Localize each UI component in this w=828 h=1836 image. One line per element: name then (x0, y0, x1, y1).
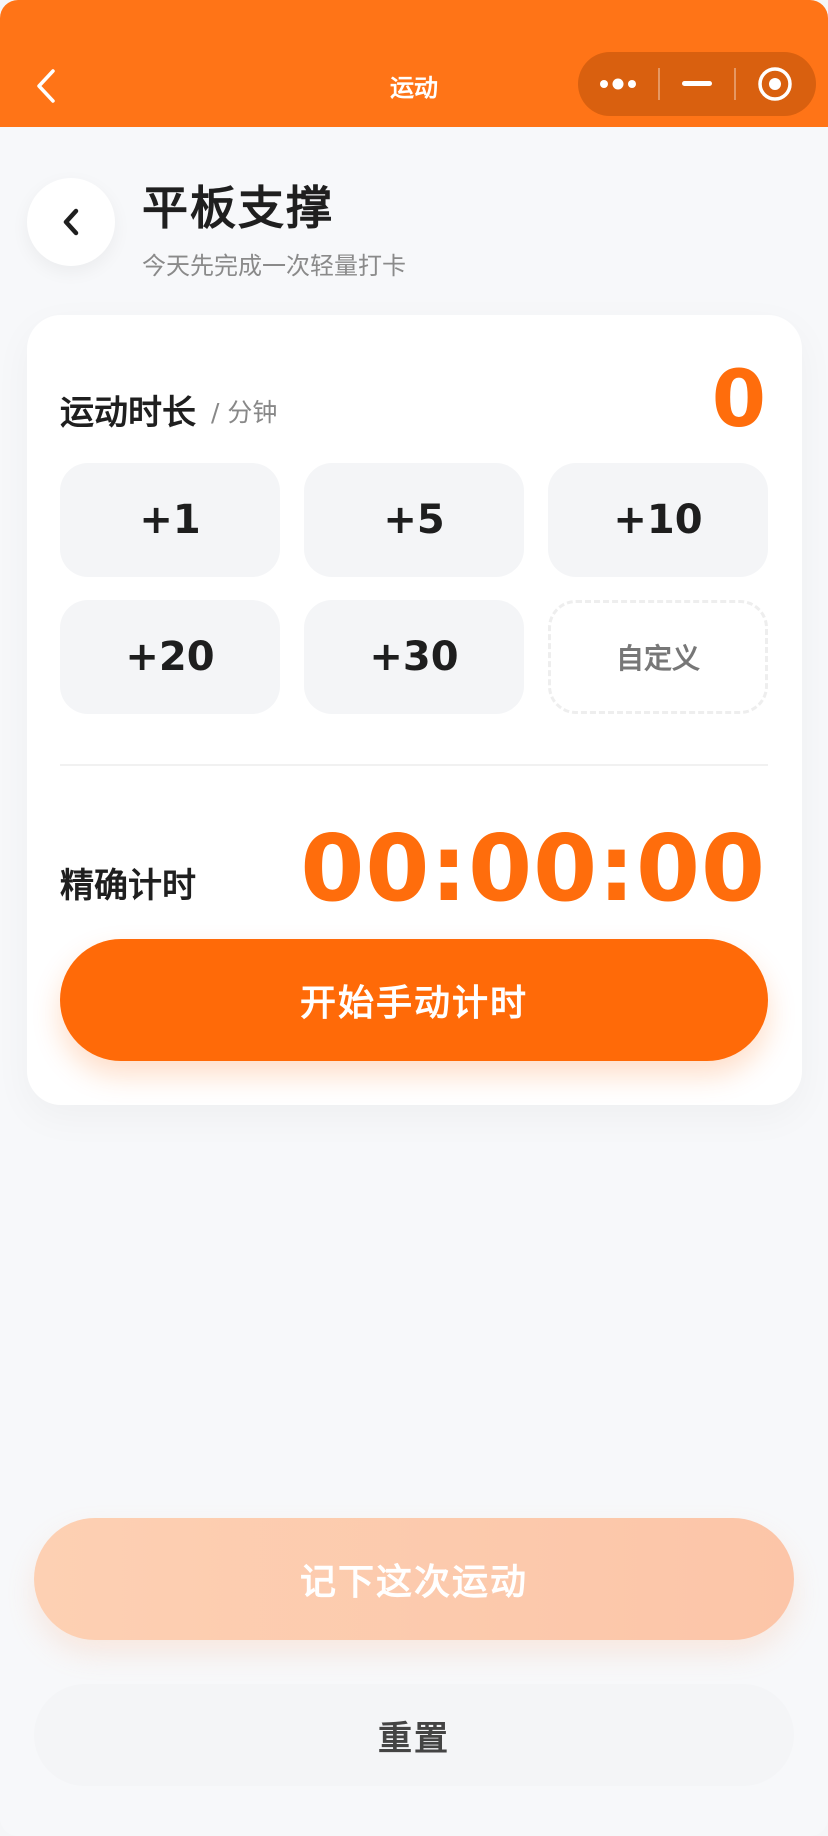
more-button[interactable] (578, 52, 658, 116)
card-divider (60, 764, 768, 766)
top-nav-bar: 运动 (0, 0, 828, 127)
page-title: 平板支撑 (142, 181, 334, 235)
add-30-button[interactable]: +30 (304, 600, 524, 714)
mini-program-capsule (578, 52, 816, 116)
minimize-button[interactable] (660, 52, 734, 116)
target-close-icon (758, 67, 792, 101)
duration-unit: / 分钟 (211, 398, 278, 427)
page-subtitle: 今天先完成一次轻量打卡 (142, 252, 406, 280)
add-20-button[interactable]: +20 (60, 600, 280, 714)
close-button[interactable] (736, 52, 814, 116)
record-exercise-button[interactable]: 记下这次运动 (34, 1518, 794, 1640)
add-1-button[interactable]: +1 (60, 463, 280, 577)
app-root: 运动 平板支撑 今天先完成一次轻量打卡 运动时长 / 分钟 0 +1 +5 +1… (0, 0, 828, 1836)
duration-value: 0 (711, 355, 766, 445)
more-dots-icon (600, 78, 636, 90)
chevron-left-icon (63, 208, 79, 236)
duration-label: 运动时长 (60, 393, 196, 433)
page-back-button[interactable] (27, 178, 115, 266)
exercise-card: 运动时长 / 分钟 0 +1 +5 +10 +20 +30 自定义 精确计时 0… (27, 315, 802, 1105)
start-timer-button[interactable]: 开始手动计时 (60, 939, 768, 1061)
duration-chip-grid: +1 +5 +10 +20 +30 自定义 (60, 463, 768, 714)
custom-duration-button[interactable]: 自定义 (548, 600, 768, 714)
minus-icon (682, 81, 712, 86)
add-5-button[interactable]: +5 (304, 463, 524, 577)
timer-display: 00:00:00 (300, 815, 766, 922)
timer-label: 精确计时 (60, 866, 196, 906)
reset-button[interactable]: 重置 (34, 1684, 794, 1786)
add-10-button[interactable]: +10 (548, 463, 768, 577)
